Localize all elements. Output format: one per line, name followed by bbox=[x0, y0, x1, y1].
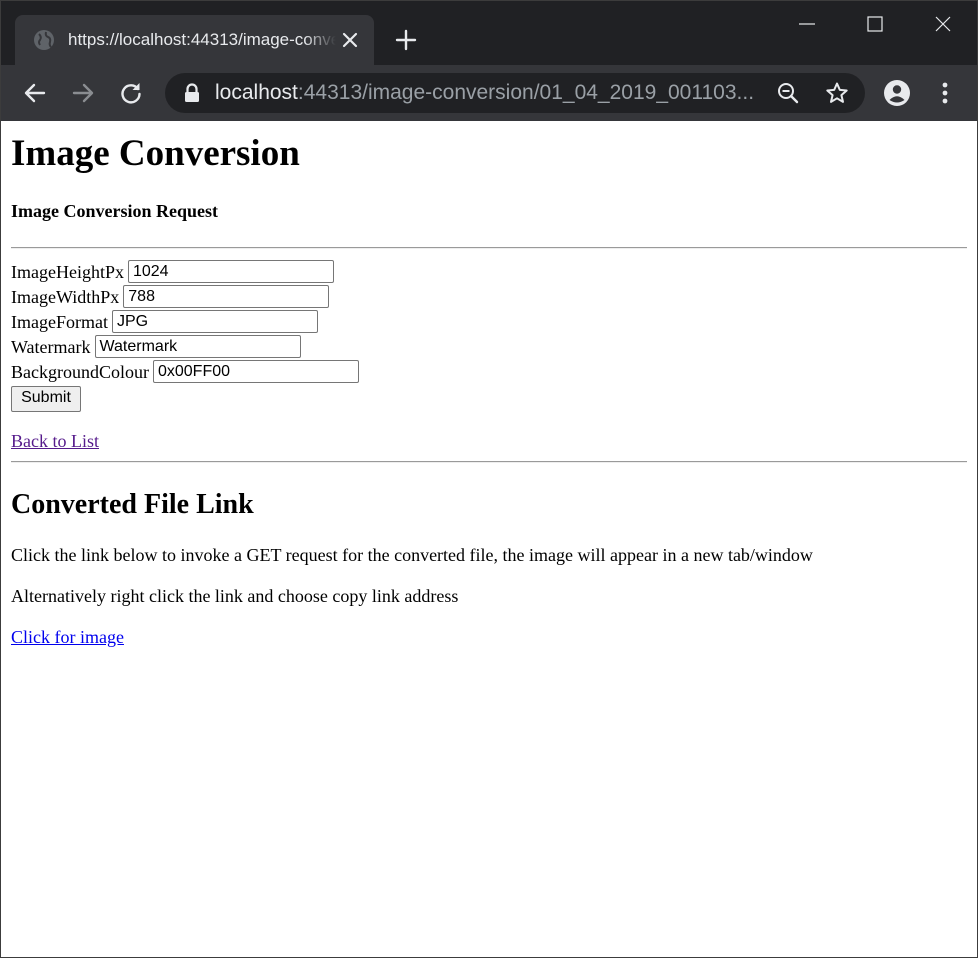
submit-button[interactable]: Submit bbox=[11, 386, 81, 412]
field-label: ImageFormat bbox=[11, 312, 108, 332]
browser-toolbar: localhost:44313/image-conversion/01_04_2… bbox=[1, 65, 977, 121]
image-link[interactable]: Click for image bbox=[11, 626, 124, 648]
page-subtitle: Image Conversion Request bbox=[11, 201, 218, 221]
field-row-background-colour: BackgroundColour 0x00FF00 bbox=[11, 360, 359, 385]
field-row-watermark: Watermark Watermark bbox=[11, 335, 301, 360]
browser-tab[interactable]: https://localhost:44313/image-conversion… bbox=[15, 15, 374, 65]
instructions-text: Click the link below to invoke a GET req… bbox=[11, 545, 813, 565]
menu-dots-icon[interactable] bbox=[933, 79, 957, 107]
star-icon[interactable] bbox=[825, 81, 849, 105]
divider bbox=[11, 461, 967, 463]
reload-icon[interactable] bbox=[117, 79, 145, 107]
profile-icon[interactable] bbox=[883, 79, 911, 107]
divider bbox=[11, 247, 967, 249]
url-host: localhost bbox=[215, 81, 298, 104]
plus-icon[interactable] bbox=[394, 28, 418, 52]
tab-title: https://localhost:44313/image-conversion… bbox=[68, 30, 336, 49]
image-format-input[interactable]: JPG bbox=[111, 310, 318, 333]
page-content: Image Conversion Image Conversion Reques… bbox=[1, 121, 977, 957]
field-label: ImageHeightPx bbox=[11, 262, 124, 282]
field-label: Watermark bbox=[11, 337, 91, 357]
arrow-right-icon[interactable] bbox=[69, 79, 97, 107]
image-height-input[interactable]: 1024 bbox=[127, 260, 334, 283]
url-text[interactable]: localhost:44313/image-conversion/01_04_2… bbox=[215, 81, 755, 105]
background-colour-input[interactable]: 0x00FF00 bbox=[152, 360, 359, 383]
field-label: ImageWidthPx bbox=[11, 287, 120, 307]
section-title: Converted File Link bbox=[11, 489, 254, 520]
zoom-out-icon[interactable] bbox=[777, 82, 799, 104]
browser-window: https://localhost:44313/image-conversion… bbox=[0, 0, 978, 958]
maximize-button[interactable] bbox=[841, 1, 909, 47]
address-bar[interactable]: localhost:44313/image-conversion/01_04_2… bbox=[165, 73, 865, 113]
field-row-image-width: ImageWidthPx 788 bbox=[11, 285, 330, 310]
window-close-button[interactable] bbox=[909, 1, 977, 47]
window-close-icon bbox=[935, 16, 951, 32]
lock-icon[interactable] bbox=[183, 83, 201, 103]
minimize-button[interactable] bbox=[773, 1, 841, 47]
page-title: Image Conversion bbox=[11, 133, 300, 174]
back-to-list-link[interactable]: Back to List bbox=[11, 430, 99, 452]
tab-strip: https://localhost:44313/image-conversion… bbox=[1, 1, 977, 65]
url-path: :44313/image-conversion/01_04_2019_00110… bbox=[297, 81, 755, 104]
image-width-input[interactable]: 788 bbox=[123, 285, 330, 308]
maximize-icon bbox=[867, 16, 883, 32]
arrow-left-icon[interactable] bbox=[21, 79, 49, 107]
field-row-image-format: ImageFormat JPG bbox=[11, 310, 318, 335]
field-label: BackgroundColour bbox=[11, 362, 149, 382]
minimize-icon bbox=[799, 23, 815, 25]
alternative-text: Alternatively right click the link and c… bbox=[11, 586, 459, 606]
field-row-image-height: ImageHeightPx 1024 bbox=[11, 260, 334, 285]
close-icon[interactable] bbox=[340, 30, 360, 50]
globe-icon bbox=[33, 29, 55, 51]
watermark-input[interactable]: Watermark bbox=[94, 335, 301, 358]
